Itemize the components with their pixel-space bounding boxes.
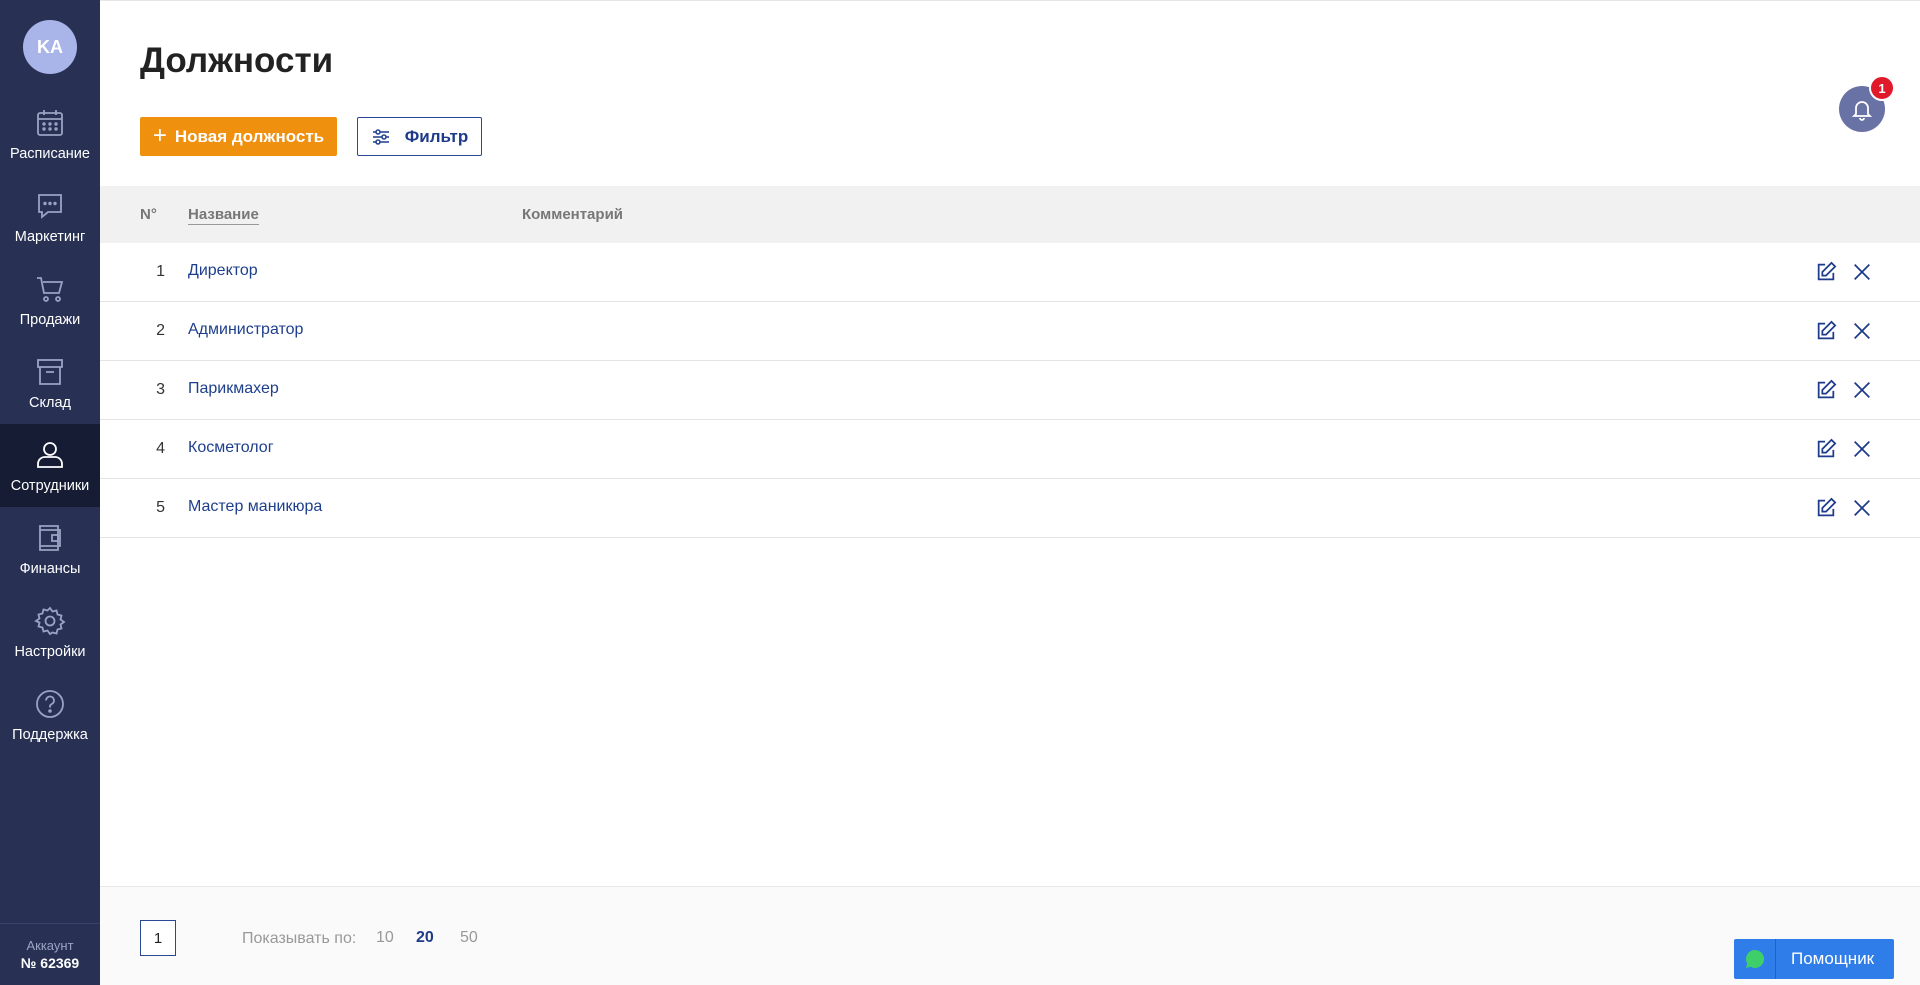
row-number: 4 <box>156 440 165 457</box>
row-number: 3 <box>156 381 165 398</box>
sidebar-item-label: Расписание <box>10 145 90 162</box>
notification-count-badge: 1 <box>1869 75 1895 101</box>
position-name-link[interactable]: Косметолог <box>188 439 274 457</box>
page-button-1[interactable]: 1 <box>140 920 176 956</box>
sidebar-item-warehouse[interactable]: Склад <box>0 341 100 424</box>
sidebar-item-finance[interactable]: Финансы <box>0 507 100 590</box>
position-name-link[interactable]: Парикмахер <box>188 380 279 398</box>
page-size-10[interactable]: 10 <box>376 929 394 947</box>
avatar[interactable]: KA <box>23 20 77 74</box>
bell-icon <box>1851 101 1873 121</box>
close-icon[interactable] <box>1850 319 1874 343</box>
wallet-icon <box>33 521 67 555</box>
table-row: 1 Директор <box>100 243 1920 302</box>
row-number: 1 <box>156 263 165 280</box>
table-row: 3 Парикмахер <box>100 361 1920 420</box>
sidebar-item-label: Поддержка <box>12 726 88 743</box>
archive-box-icon <box>33 355 67 389</box>
edit-icon[interactable] <box>1814 496 1838 520</box>
sidebar-item-label: Настройки <box>14 643 86 660</box>
position-name-link[interactable]: Администратор <box>188 321 303 339</box>
close-icon[interactable] <box>1850 496 1874 520</box>
calendar-icon <box>33 106 67 140</box>
page-size-50[interactable]: 50 <box>460 929 478 947</box>
sidebar-item-label: Финансы <box>19 560 81 577</box>
notifications-button[interactable]: 1 <box>1839 75 1895 132</box>
account-number: № 62369 <box>20 955 80 971</box>
page-title: Должности <box>140 41 334 80</box>
page-size-20[interactable]: 20 <box>416 929 434 947</box>
account-info[interactable]: Аккаунт № 62369 <box>0 923 100 985</box>
sidebar-item-sales[interactable]: Продажи <box>0 258 100 341</box>
sidebar-item-marketing[interactable]: Маркетинг <box>0 175 100 258</box>
row-number: 2 <box>156 322 165 339</box>
filter-button-label: Фильтр <box>404 126 469 146</box>
page-size-label: Показывать по: <box>242 930 357 947</box>
helper-button[interactable]: Помощник <box>1734 939 1894 979</box>
sidebar-item-settings[interactable]: Настройки <box>0 590 100 673</box>
helper-button-label: Помощник <box>1791 949 1875 968</box>
table-header: N° Название Комментарий <box>100 186 1920 243</box>
question-icon <box>33 687 67 721</box>
edit-icon[interactable] <box>1814 260 1838 284</box>
new-position-button[interactable]: + Новая должность <box>140 117 337 156</box>
close-icon[interactable] <box>1850 260 1874 284</box>
row-number: 5 <box>156 499 165 516</box>
chat-icon <box>1734 939 1776 979</box>
column-header-name[interactable]: Название <box>188 206 259 225</box>
column-header-comment: Комментарий <box>522 206 624 223</box>
sidebar-item-label: Склад <box>29 394 71 411</box>
sidebar-item-label: Продажи <box>19 311 81 328</box>
gear-icon <box>33 604 67 638</box>
edit-icon[interactable] <box>1814 319 1838 343</box>
close-icon[interactable] <box>1850 437 1874 461</box>
chat-bubble-icon <box>33 189 67 223</box>
sidebar: KA Расписание Маркетинг Продажи Склад Со… <box>0 0 100 985</box>
filter-button[interactable]: Фильтр <box>357 117 482 156</box>
user-icon <box>33 438 67 472</box>
table-row: 2 Администратор <box>100 302 1920 361</box>
sidebar-item-employees[interactable]: Сотрудники <box>0 424 100 507</box>
position-name-link[interactable]: Мастер маникюра <box>188 498 322 516</box>
main-content: Должности + Новая должность Фильтр 1 N° … <box>100 0 1920 985</box>
pagination-footer: 1 Показывать по: 10 20 50 Помощник <box>100 886 1920 985</box>
cart-icon <box>33 272 67 306</box>
edit-icon[interactable] <box>1814 437 1838 461</box>
sidebar-item-schedule[interactable]: Расписание <box>0 92 100 175</box>
plus-icon: + <box>152 121 167 149</box>
position-name-link[interactable]: Директор <box>188 262 258 280</box>
table-row: 4 Косметолог <box>100 420 1920 479</box>
table-row: 5 Мастер маникюра <box>100 479 1920 538</box>
sidebar-item-label: Маркетинг <box>14 228 86 245</box>
column-header-number: N° <box>140 206 157 223</box>
sidebar-item-support[interactable]: Поддержка <box>0 673 100 756</box>
close-icon[interactable] <box>1850 378 1874 402</box>
edit-icon[interactable] <box>1814 378 1838 402</box>
filter-sliders-icon <box>372 128 389 145</box>
sidebar-item-label: Сотрудники <box>10 477 90 494</box>
new-position-button-label: Новая должность <box>174 126 325 146</box>
account-label: Аккаунт <box>26 938 74 953</box>
